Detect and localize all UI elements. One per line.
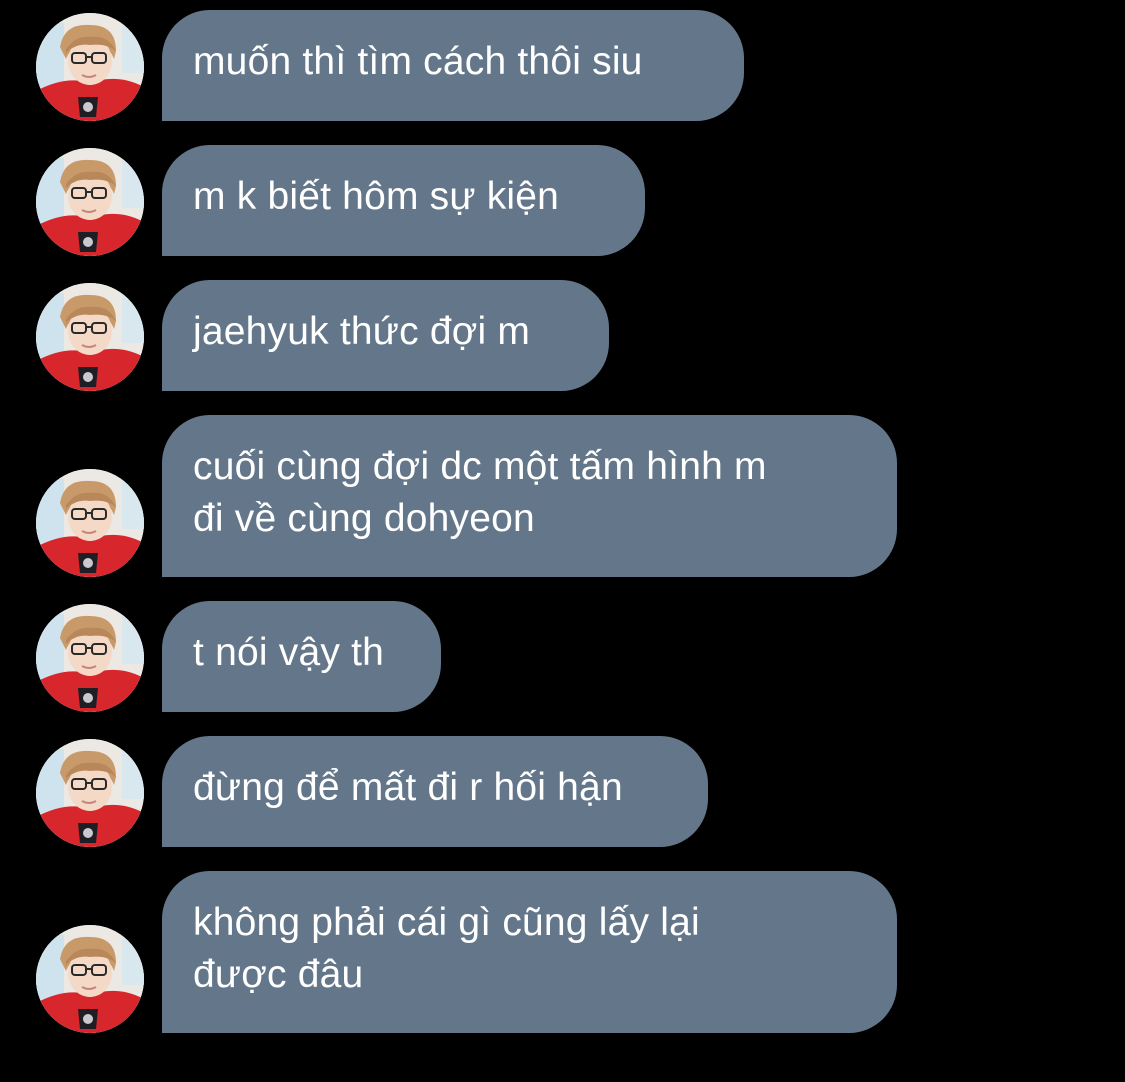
message-text: muốn thì tìm cách thôi siu bbox=[193, 40, 643, 83]
message-bubble[interactable]: không phải cái gì cũng lấy lại được đâu bbox=[162, 871, 897, 1033]
message-bubble[interactable]: m k biết hôm sự kiện bbox=[162, 145, 645, 256]
message-text: được đâu bbox=[193, 953, 364, 996]
message-bubble[interactable]: jaehyuk thức đợi m bbox=[162, 280, 609, 391]
message-bubble[interactable]: muốn thì tìm cách thôi siu bbox=[162, 10, 744, 121]
message-text: t nói vậy th bbox=[193, 631, 385, 674]
user-avatar-icon[interactable] bbox=[36, 604, 144, 712]
message-text: cuối cùng đợi dc một tấm hình m bbox=[193, 445, 767, 488]
message-text: jaehyuk thức đợi m bbox=[193, 310, 531, 353]
message-text: không phải cái gì cũng lấy lại bbox=[193, 901, 700, 944]
message-bubble[interactable]: t nói vậy th bbox=[162, 601, 441, 712]
user-avatar-icon[interactable] bbox=[36, 148, 144, 256]
user-avatar-icon[interactable] bbox=[36, 925, 144, 1033]
message-text: m k biết hôm sự kiện bbox=[193, 175, 560, 218]
user-avatar-icon[interactable] bbox=[36, 469, 144, 577]
user-avatar-icon[interactable] bbox=[36, 739, 144, 847]
user-avatar-icon[interactable] bbox=[36, 13, 144, 121]
user-avatar-icon[interactable] bbox=[36, 283, 144, 391]
message-bubble[interactable]: đừng để mất đi r hối hận bbox=[162, 736, 708, 847]
message-text: đi về cùng dohyeon bbox=[193, 497, 535, 540]
message-text: đừng để mất đi r hối hận bbox=[193, 766, 623, 809]
message-bubble[interactable]: cuối cùng đợi dc một tấm hình m đi về cùn… bbox=[162, 415, 897, 577]
